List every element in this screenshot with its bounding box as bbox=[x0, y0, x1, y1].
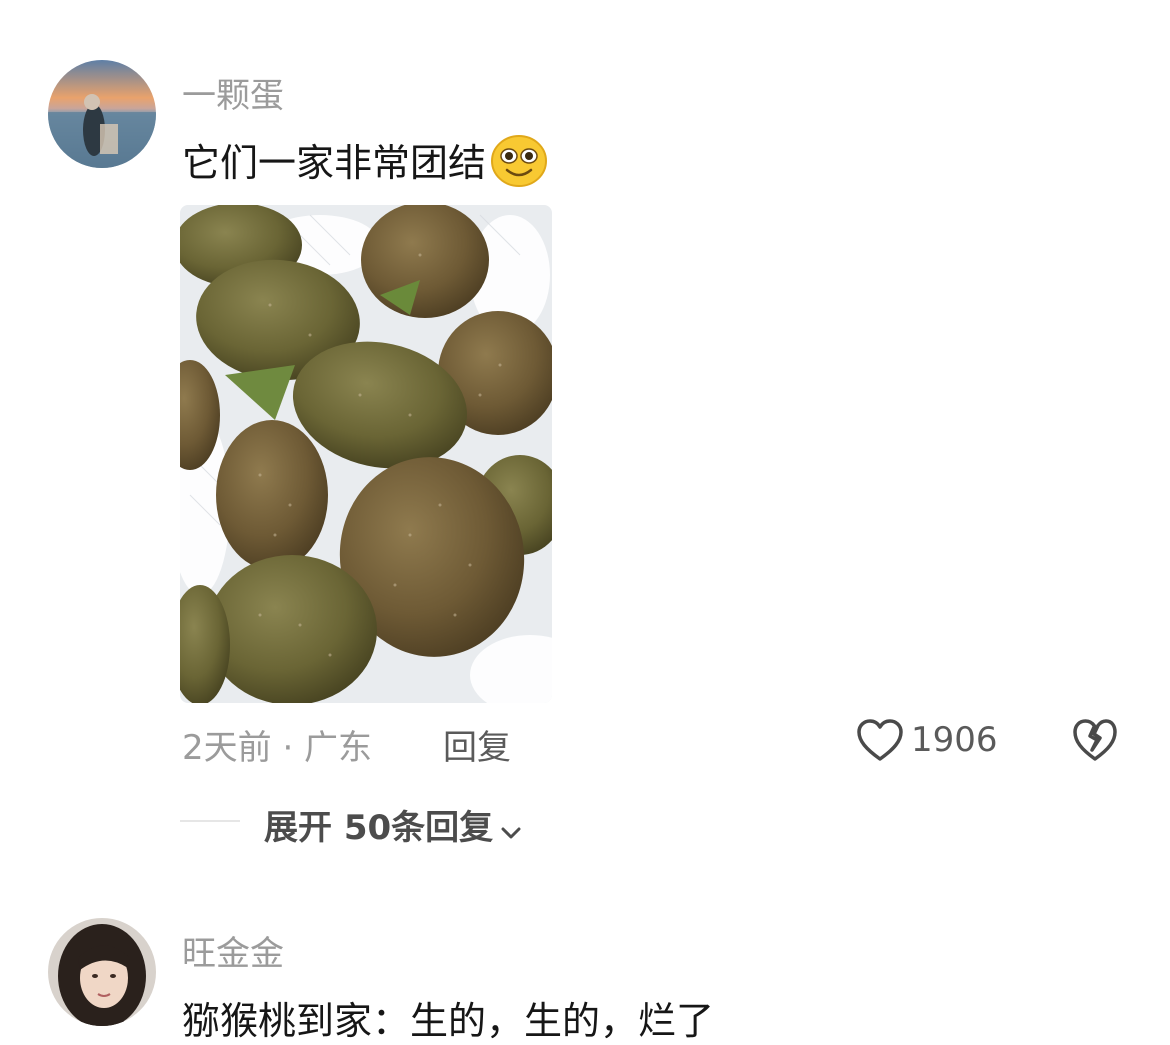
avatar[interactable] bbox=[48, 918, 156, 1026]
reply-button[interactable]: 回复 bbox=[443, 720, 511, 769]
smiley-emoji-icon bbox=[490, 134, 548, 197]
avatar[interactable] bbox=[48, 60, 156, 168]
comment-text: 猕猴桃到家：生的，生的，烂了 bbox=[182, 999, 715, 1043]
comment-text-row: 它们一家非常团结 bbox=[182, 132, 548, 197]
broken-heart-icon[interactable] bbox=[1072, 718, 1118, 766]
heart-outline-icon[interactable] bbox=[856, 718, 904, 766]
comment-text: 它们一家非常团结 bbox=[182, 141, 487, 185]
comment-meta: 2天前 · 广东 bbox=[182, 728, 373, 768]
comment-username[interactable]: 一颗蛋 bbox=[182, 68, 284, 117]
divider bbox=[180, 820, 240, 822]
comment-username[interactable]: 旺金金 bbox=[182, 926, 284, 975]
comment-image-kiwis[interactable] bbox=[180, 205, 552, 703]
expand-replies-button[interactable]: 展开 50条回复 bbox=[264, 800, 523, 850]
chevron-down-icon bbox=[499, 810, 523, 850]
like-count: 1906 bbox=[911, 720, 998, 760]
expand-replies-label: 展开 50条回复 bbox=[264, 808, 494, 848]
